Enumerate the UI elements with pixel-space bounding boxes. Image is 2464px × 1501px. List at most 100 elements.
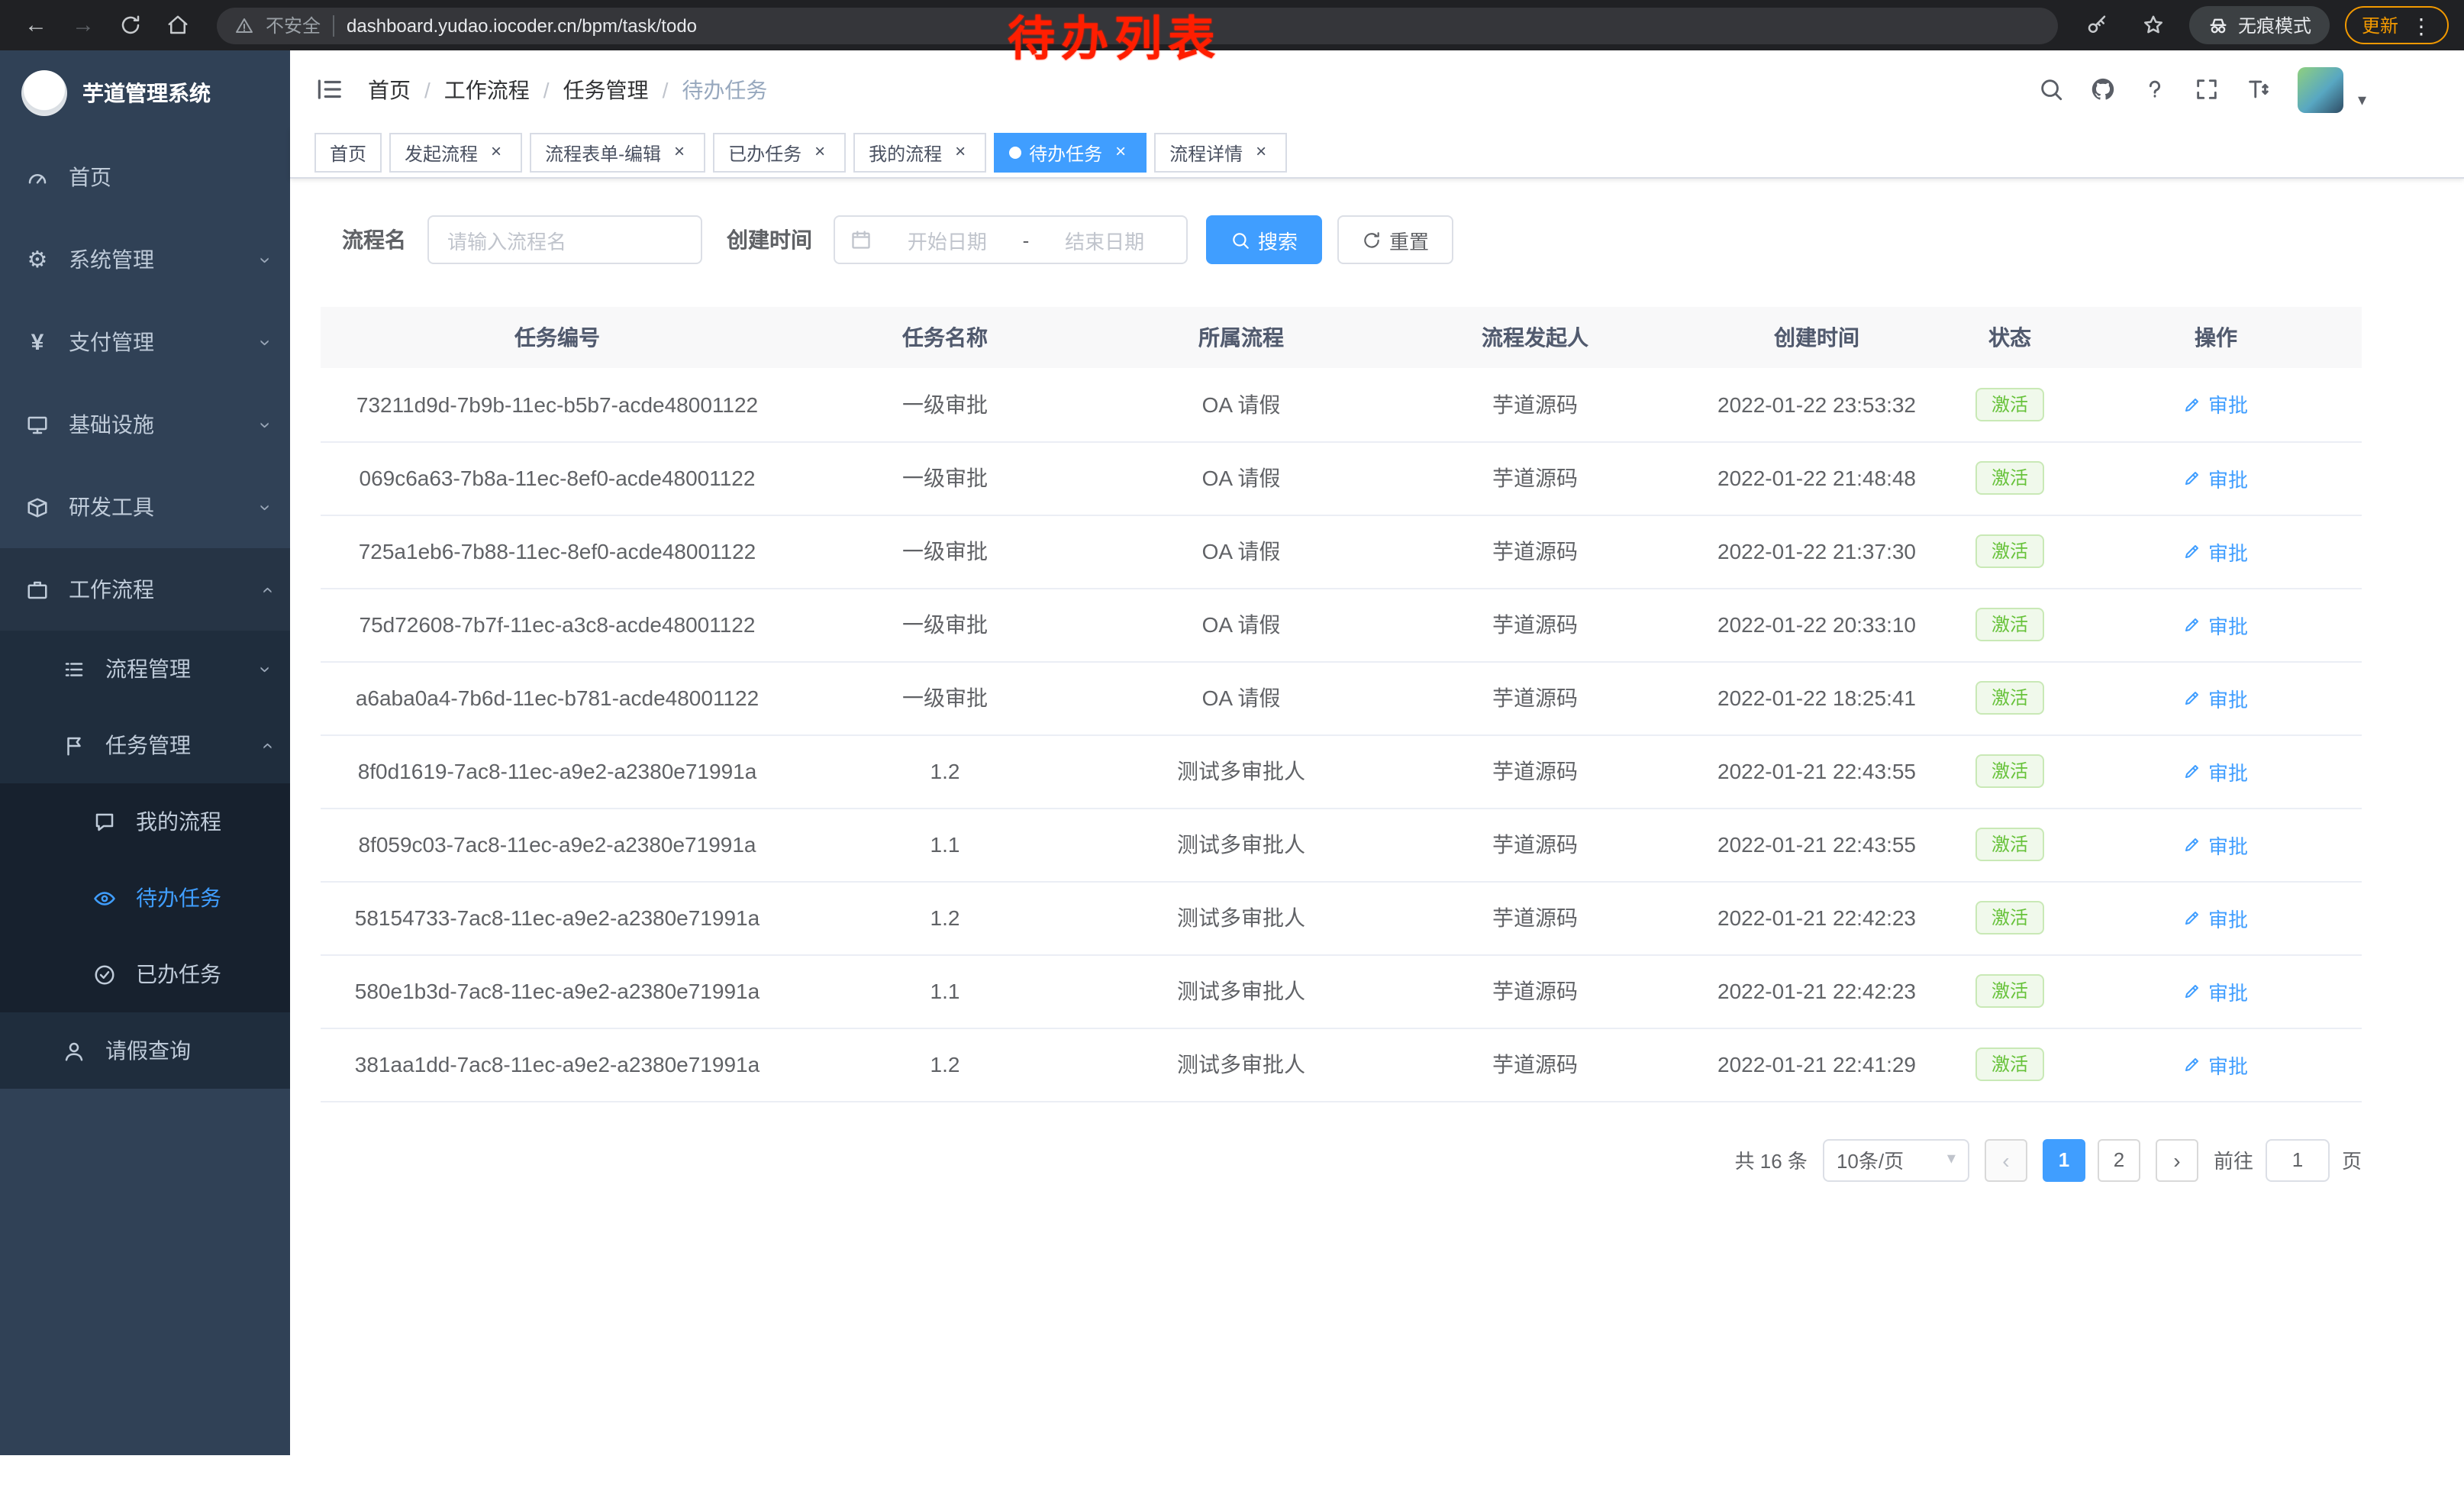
cell-initiator: 芋道源码: [1386, 588, 1684, 661]
security-label: 不安全: [266, 12, 321, 38]
table-header-row: 任务编号任务名称所属流程流程发起人创建时间状态操作: [321, 307, 2362, 368]
approve-link[interactable]: 审批: [2184, 903, 2248, 932]
tab-start-process[interactable]: 发起流程×: [389, 133, 522, 173]
tab-my-process[interactable]: 我的流程×: [853, 133, 986, 173]
search-button[interactable]: 搜索: [1206, 215, 1322, 264]
edit-icon: [2184, 615, 2202, 634]
browser-update-button[interactable]: 更新 ⋮: [2345, 6, 2449, 44]
column-header: 创建时间: [1684, 307, 1950, 368]
approve-link[interactable]: 审批: [2184, 1050, 2248, 1079]
reset-button-label: 重置: [1389, 225, 1429, 254]
sidebar-item-payment-mgmt[interactable]: ¥支付管理›: [0, 301, 290, 383]
page-size-select[interactable]: 10条/页 ▾: [1823, 1138, 1969, 1181]
sidebar-item-task-mgmt[interactable]: 任务管理›: [0, 707, 290, 783]
tags-view: 首页发起流程×流程表单-编辑×已办任务×我的流程×待办任务×流程详情×: [290, 128, 2464, 179]
sidebar-item-todo-tasks[interactable]: 待办任务: [0, 860, 290, 936]
approve-link[interactable]: 审批: [2184, 976, 2248, 1006]
browser-forward-button[interactable]: →: [63, 5, 104, 46]
cell-process: 测试多审批人: [1096, 1028, 1386, 1101]
cell-process: 测试多审批人: [1096, 808, 1386, 881]
password-key-button[interactable]: [2076, 5, 2117, 46]
sidebar-item-label: 系统管理: [69, 244, 266, 275]
approve-link[interactable]: 审批: [2184, 830, 2248, 859]
cell-task-name: 一级审批: [794, 441, 1096, 515]
edit-icon: [2184, 835, 2202, 854]
page-button-2[interactable]: 2: [2098, 1138, 2140, 1181]
cell-task-id: 069c6a63-7b8a-11ec-8ef0-acde48001122: [321, 441, 794, 515]
sidebar-item-label: 基础设施: [69, 409, 266, 440]
page-button-1[interactable]: 1: [2043, 1138, 2085, 1181]
sidebar-item-infrastructure[interactable]: 基础设施›: [0, 383, 290, 466]
incognito-label: 无痕模式: [2238, 12, 2311, 38]
tab-close-icon[interactable]: ×: [485, 142, 507, 163]
sidebar-item-system-mgmt[interactable]: ⚙系统管理›: [0, 218, 290, 301]
cell-process: OA 请假: [1096, 661, 1386, 734]
process-name-placeholder: 请输入流程名: [447, 225, 566, 254]
user-avatar[interactable]: [2298, 66, 2344, 112]
comment-icon: [92, 810, 118, 833]
box-icon: [24, 495, 50, 518]
sidebar-item-workflow[interactable]: 工作流程›: [0, 548, 290, 631]
status-badge: 激活: [1976, 974, 2043, 1008]
approve-link[interactable]: 审批: [2184, 610, 2248, 639]
breadcrumb-item[interactable]: 工作流程: [444, 74, 530, 105]
process-name-input[interactable]: 请输入流程名: [427, 215, 702, 264]
tab-todo-tasks[interactable]: 待办任务×: [994, 133, 1147, 173]
prev-page-button[interactable]: ‹: [1985, 1138, 2027, 1181]
forward-icon: →: [72, 14, 95, 37]
breadcrumb-item[interactable]: 任务管理: [563, 74, 649, 105]
sidebar-item-label: 支付管理: [69, 327, 266, 357]
cell-status: 激活: [1950, 881, 2070, 954]
breadcrumb-item[interactable]: 首页: [368, 74, 411, 105]
cell-action: 审批: [2070, 515, 2362, 588]
gauge-icon: [24, 166, 50, 189]
next-page-button[interactable]: ›: [2156, 1138, 2198, 1181]
tab-close-icon[interactable]: ×: [809, 142, 830, 163]
cell-task-id: 725a1eb6-7b88-11ec-8ef0-acde48001122: [321, 515, 794, 588]
cell-process: 测试多审批人: [1096, 734, 1386, 808]
approve-link[interactable]: 审批: [2184, 537, 2248, 566]
font-size-icon[interactable]: [2246, 76, 2272, 102]
bookmark-star-button[interactable]: [2133, 5, 2174, 46]
browser-back-button[interactable]: ←: [15, 5, 56, 46]
sidebar-item-my-process[interactable]: 我的流程: [0, 783, 290, 860]
cell-action: 审批: [2070, 368, 2362, 441]
tab-close-icon[interactable]: ×: [669, 142, 690, 163]
help-icon[interactable]: [2143, 76, 2169, 102]
header-search-icon[interactable]: [2039, 76, 2065, 102]
cell-status: 激活: [1950, 441, 2070, 515]
sidebar-item-leave-query[interactable]: 请假查询: [0, 1012, 290, 1089]
tab-process-detail[interactable]: 流程详情×: [1154, 133, 1287, 173]
tab-close-icon[interactable]: ×: [1110, 142, 1131, 163]
reset-button[interactable]: 重置: [1337, 215, 1453, 264]
fullscreen-icon[interactable]: [2195, 76, 2221, 102]
sidebar-item-label: 我的流程: [136, 806, 266, 837]
tab-close-icon[interactable]: ×: [950, 142, 971, 163]
browser-home-button[interactable]: [157, 5, 198, 46]
tab-close-icon[interactable]: ×: [1250, 142, 1272, 163]
sidebar-toggle-button[interactable]: [314, 75, 343, 104]
sidebar-item-process-mgmt[interactable]: 流程管理›: [0, 631, 290, 707]
sidebar-item-done-tasks[interactable]: 已办任务: [0, 936, 290, 1012]
sidebar-item-dev-tools[interactable]: 研发工具›: [0, 466, 290, 548]
approve-link[interactable]: 审批: [2184, 757, 2248, 786]
app-logo[interactable]: 芋道管理系统: [0, 50, 290, 136]
avatar-caret-down-icon[interactable]: ▾: [2358, 92, 2366, 109]
browser-reload-button[interactable]: [110, 5, 151, 46]
status-badge: 激活: [1976, 828, 2043, 861]
sidebar-item-label: 工作流程: [69, 574, 266, 605]
approve-link[interactable]: 审批: [2184, 683, 2248, 712]
tab-done-tasks[interactable]: 已办任务×: [713, 133, 846, 173]
active-tab-dot: [1009, 147, 1021, 159]
cell-initiator: 芋道源码: [1386, 734, 1684, 808]
date-range-picker[interactable]: 开始日期 - 结束日期: [834, 215, 1188, 264]
approve-link[interactable]: 审批: [2184, 463, 2248, 492]
goto-page-input[interactable]: 1: [2266, 1138, 2330, 1181]
cell-created: 2022-01-21 22:43:55: [1684, 734, 1950, 808]
github-icon[interactable]: [2091, 76, 2117, 102]
approve-link[interactable]: 审批: [2184, 390, 2248, 419]
tab-home[interactable]: 首页: [314, 133, 382, 173]
tab-process-form-edit[interactable]: 流程表单-编辑×: [530, 133, 705, 173]
sidebar-item-home[interactable]: 首页: [0, 136, 290, 218]
cell-created: 2022-01-21 22:42:23: [1684, 881, 1950, 954]
